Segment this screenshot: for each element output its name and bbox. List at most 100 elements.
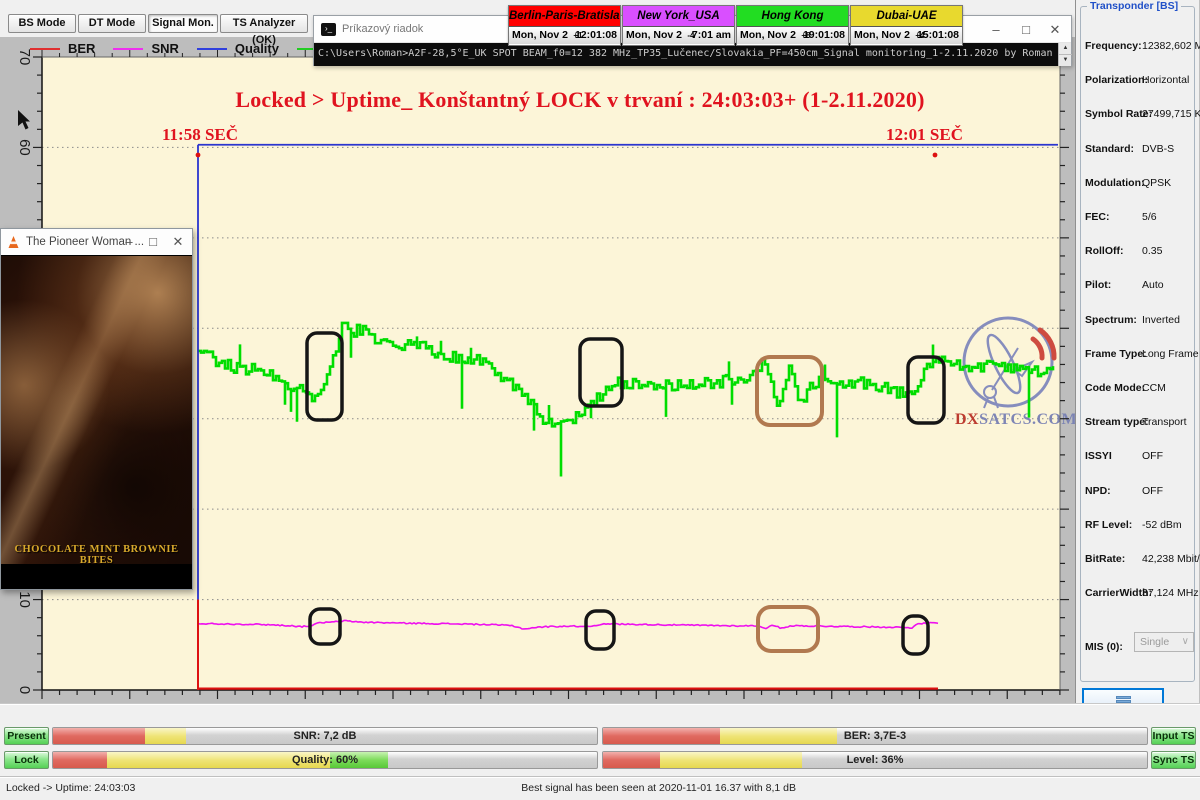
video-caption: CHOCOLATE MINT BROWNIE BITES <box>1 544 192 566</box>
cursor-icon <box>18 110 30 130</box>
svg-text:60: 60 <box>16 139 33 156</box>
chart-start-time-label: 11:58 SEČ <box>162 125 238 145</box>
field-value: CCM <box>1142 382 1166 394</box>
clock-new-york-usa: New York_USAMon, Nov 2-47:01 am <box>622 5 735 46</box>
bar-label: BER: 3,7E-3 <box>603 728 1147 745</box>
close-icon[interactable]: ✕ <box>167 232 189 251</box>
field-value: OFF <box>1142 485 1163 497</box>
statusbar: Locked -> Uptime: 24:03:03 Best signal h… <box>0 776 1200 800</box>
field-label: Frame Type: <box>1085 348 1147 360</box>
transponder-groupbox: Transponder [BS] <box>1080 6 1195 682</box>
mis-label: MIS (0): <box>1085 641 1123 653</box>
bar-label: Quality: 60% <box>53 752 597 769</box>
field-value: Transport <box>1142 416 1187 428</box>
input-ts-button[interactable]: Input TS <box>1151 727 1196 745</box>
clock-dubai-uae: Dubai-UAEMon, Nov 2+415:01:08 <box>850 5 963 46</box>
field-value: -52 dBm <box>1142 519 1182 531</box>
field-label: Stream type: <box>1085 416 1149 428</box>
field-value: 12382,602 MHz <box>1142 40 1200 52</box>
svg-text:10: 10 <box>16 591 33 608</box>
field-value: Long Frame <box>1142 348 1199 360</box>
clock-time-row: Mon, Nov 2-47:01 am <box>623 27 734 44</box>
field-value: OFF <box>1142 450 1163 462</box>
field-value: Auto <box>1142 279 1164 291</box>
field-value: Horizontal <box>1142 74 1189 86</box>
field-value: 42,238 Mbit/s <box>1142 553 1200 565</box>
field-label: Frequency: <box>1085 40 1142 52</box>
world-clocks: Berlin-Paris-BratislavaMon, Nov 2+112:01… <box>508 5 964 46</box>
mode-tabbar: BS ModeDT ModeSignal Mon.TS Analyzer (OK… <box>0 0 313 37</box>
maximize-icon[interactable]: □ <box>142 232 164 251</box>
snr-progressbar: SNR: 7,2 dB <box>52 727 598 745</box>
minimize-icon[interactable]: – <box>118 232 140 251</box>
sync-ts-button[interactable]: Sync TS <box>1151 751 1196 769</box>
clock-time-row: Mon, Nov 2+415:01:08 <box>851 27 962 44</box>
legend-line <box>197 48 227 50</box>
tab-bs-mode[interactable]: BS Mode <box>8 14 76 33</box>
close-icon[interactable]: ✕ <box>1044 20 1066 39</box>
legend-item-ber: BER <box>30 41 95 56</box>
tab-signal-mon-[interactable]: Signal Mon. <box>148 14 218 33</box>
field-label: Code Mode: <box>1085 382 1145 394</box>
tab-dt-mode[interactable]: DT Mode <box>78 14 146 33</box>
field-label: ISSYI <box>1085 450 1112 462</box>
field-label: RollOff: <box>1085 245 1124 257</box>
field-value: 0.35 <box>1142 245 1162 257</box>
mis-value: Single <box>1140 636 1169 648</box>
legend-label: SNR <box>151 41 178 56</box>
clock-city-label: Hong Kong <box>737 6 848 27</box>
clock-time-row: Mon, Nov 2+819:01:08 <box>737 27 848 44</box>
transponder-groupbox-title: Transponder [BS] <box>1087 0 1181 12</box>
scroll-down-icon[interactable]: ▼ <box>1059 54 1072 65</box>
clock-berlin-paris-bratislava: Berlin-Paris-BratislavaMon, Nov 2+112:01… <box>508 5 621 46</box>
clock-time: 7:01 am <box>692 27 731 44</box>
lock-button[interactable]: Lock <box>4 751 49 769</box>
bar-label: SNR: 7,2 dB <box>53 728 597 745</box>
svg-text:DXSATCS.COM: DXSATCS.COM <box>955 411 1075 428</box>
field-value: DVB-S <box>1142 143 1174 155</box>
field-label: NPD: <box>1085 485 1111 497</box>
svg-text:0: 0 <box>16 686 33 694</box>
maximize-icon[interactable]: □ <box>1015 20 1037 39</box>
scroll-up-icon[interactable]: ▲ <box>1059 43 1072 54</box>
present-button[interactable]: Present <box>4 727 49 745</box>
console-output: C:\Users\Roman>A2F-28,5°E_UK SPOT BEAM_f… <box>314 43 1071 66</box>
field-label: Polarization: <box>1085 74 1148 86</box>
console-title: Príkazový riadok <box>342 23 423 35</box>
clock-time: 15:01:08 <box>917 27 959 44</box>
chart-end-time-label: 12:01 SEČ <box>886 125 963 145</box>
field-label: Spectrum: <box>1085 314 1137 326</box>
clock-time: 19:01:08 <box>803 27 845 44</box>
clock-time: 12:01:08 <box>575 27 617 44</box>
field-value: 27499,715 KS/s <box>1142 108 1200 120</box>
mis-dropdown[interactable]: Single ∨ <box>1134 632 1194 652</box>
console-scrollbar[interactable]: ▲ ▼ <box>1058 43 1071 66</box>
field-label: Standard: <box>1085 143 1134 155</box>
console-icon: ›_ <box>321 23 336 36</box>
vlc-video-area[interactable]: CHOCOLATE MINT BROWNIE BITES <box>1 256 192 564</box>
signal-status-panel: Present Lock Input TS Sync TS SNR: 7,2 dB BER… <box>0 703 1200 776</box>
clock-time-row: Mon, Nov 2+112:01:08 <box>509 27 620 44</box>
vlc-cone-icon <box>7 235 20 249</box>
chevron-down-icon: ∨ <box>1182 633 1189 651</box>
vlc-player-window: The Pioneer Woman ... – □ ✕ CHOCOLATE MI… <box>0 228 193 590</box>
field-value: QPSK <box>1142 177 1171 189</box>
clock-date: Mon, Nov 2 <box>740 27 796 44</box>
legend-item-snr: SNR <box>113 41 178 56</box>
field-label: FEC: <box>1085 211 1110 223</box>
quality-progressbar: Quality: 60% <box>52 751 598 769</box>
field-value: Inverted <box>1142 314 1180 326</box>
clock-city-label: Berlin-Paris-Bratislava <box>509 6 620 27</box>
legend-label: BER <box>68 41 95 56</box>
best-signal-status: Best signal has been seen at 2020-11-01 … <box>430 782 796 794</box>
tab-ts-analyzer-ok-[interactable]: TS Analyzer (OK) <box>220 14 308 33</box>
bar-label: Level: 36% <box>603 752 1147 769</box>
clock-date: Mon, Nov 2 <box>512 27 568 44</box>
transponder-sidebar: Transponder [BS] Frequency:12382,602 MHz… <box>1075 0 1200 718</box>
field-label: Modulation: <box>1085 177 1144 189</box>
clock-city-label: New York_USA <box>623 6 734 27</box>
legend-line <box>113 48 143 50</box>
clock-date: Mon, Nov 2 <box>626 27 682 44</box>
minimize-icon[interactable]: – <box>985 20 1007 39</box>
field-label: RF Level: <box>1085 519 1132 531</box>
